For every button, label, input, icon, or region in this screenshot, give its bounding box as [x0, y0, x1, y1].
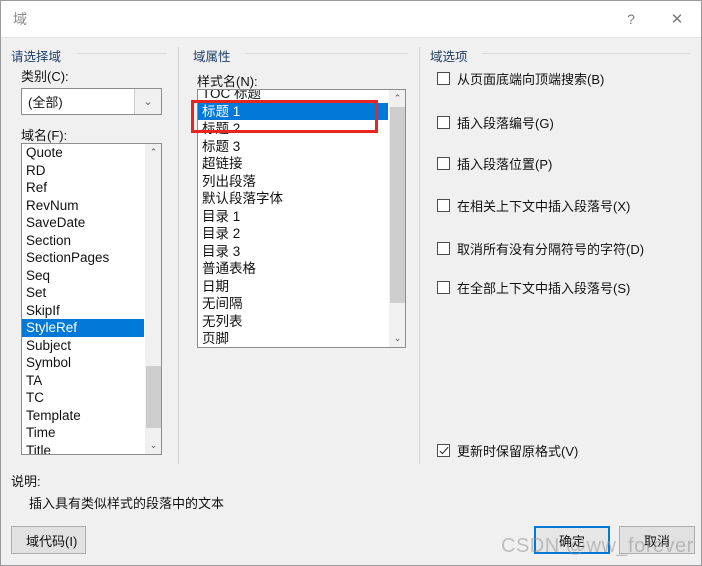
list-item[interactable]: 标题 1: [198, 102, 388, 120]
list-item[interactable]: Set: [22, 284, 144, 302]
list-item[interactable]: 无间隔: [198, 295, 388, 313]
option-checkbox-row[interactable]: 插入段落编号(G): [437, 113, 554, 132]
scroll-up-icon[interactable]: ⌃: [389, 90, 405, 107]
help-icon[interactable]: ?: [609, 1, 653, 36]
list-item[interactable]: Quote: [22, 144, 144, 162]
list-item[interactable]: 标题 3: [198, 138, 388, 156]
list-item[interactable]: SaveDate: [22, 214, 144, 232]
list-item[interactable]: Title: [22, 442, 144, 455]
option-checkbox-row[interactable]: 插入段落位置(P): [437, 154, 552, 173]
option-label: 在全部上下文中插入段落号(S): [457, 281, 631, 296]
fieldname-label: 域名(F):: [21, 128, 68, 143]
description-label: 说明:: [11, 474, 41, 489]
scrollbar-thumb[interactable]: [390, 107, 405, 303]
option-label: 插入段落编号(G): [457, 116, 554, 131]
list-item[interactable]: RevNum: [22, 197, 144, 215]
preserve-format-label: 更新时保留原格式(V): [457, 444, 579, 459]
option-label: 插入段落位置(P): [457, 157, 553, 172]
option-checkbox-row[interactable]: 在全部上下文中插入段落号(S): [437, 278, 630, 297]
right-group-rule: [482, 53, 690, 54]
window-title: 域: [13, 11, 27, 27]
option-checkbox[interactable]: [437, 242, 450, 255]
list-item[interactable]: Symbol: [22, 354, 144, 372]
scroll-down-icon[interactable]: ⌄: [145, 437, 161, 454]
list-item[interactable]: TOC 标题: [198, 90, 388, 103]
option-checkbox[interactable]: [437, 199, 450, 212]
title-bar: 域 ? ✕: [1, 1, 701, 38]
list-item[interactable]: StyleRef: [22, 319, 144, 337]
list-item[interactable]: 目录 3: [198, 243, 388, 261]
option-checkbox[interactable]: [437, 281, 450, 294]
left-group-rule: [77, 53, 167, 54]
scroll-up-icon[interactable]: ⌃: [145, 144, 161, 161]
list-item[interactable]: TC: [22, 389, 144, 407]
left-group-label: 请选择域: [11, 50, 62, 64]
category-label: 类别(C):: [21, 69, 69, 84]
field-list-scrollbar[interactable]: ⌃ ⌄: [144, 144, 161, 454]
option-checkbox[interactable]: [437, 72, 450, 85]
list-item[interactable]: Subject: [22, 337, 144, 355]
list-item[interactable]: 超链接: [198, 155, 388, 173]
option-checkbox-row[interactable]: 取消所有没有分隔符号的字符(D): [437, 239, 644, 258]
option-label: 取消所有没有分隔符号的字符(D): [457, 242, 645, 257]
list-item[interactable]: 标题 2: [198, 120, 388, 138]
field-dialog: 域 ? ✕ 请选择域 类别(C): (全部) ⌄ 域名(F): Quote RD R…: [0, 0, 702, 566]
preserve-format-checkbox[interactable]: [437, 444, 450, 457]
field-code-button[interactable]: 域代码(I): [11, 526, 86, 554]
separator-left-middle: [178, 47, 179, 464]
list-item[interactable]: Time: [22, 424, 144, 442]
list-item[interactable]: 目录 2: [198, 225, 388, 243]
option-checkbox-row[interactable]: 在相关上下文中插入段落号(X): [437, 196, 630, 215]
preserve-format-checkbox-row[interactable]: 更新时保留原格式(V): [437, 441, 578, 460]
middle-group-label: 域属性: [193, 50, 231, 64]
option-checkbox-row[interactable]: 从页面底端向顶端搜索(B): [437, 69, 604, 88]
field-name-listbox[interactable]: Quote RD Ref RevNum SaveDate Section SectionPa…: [21, 143, 162, 455]
category-value: (全部): [28, 95, 63, 110]
option-checkbox[interactable]: [437, 116, 450, 129]
description-text: 插入具有类似样式的段落中的文本: [29, 496, 225, 511]
list-item[interactable]: 无列表: [198, 313, 388, 331]
list-item[interactable]: 目录 1: [198, 208, 388, 226]
list-item[interactable]: 页脚: [198, 330, 388, 347]
option-label: 在相关上下文中插入段落号(X): [457, 199, 631, 214]
list-item[interactable]: SkipIf: [22, 302, 144, 320]
list-item[interactable]: Seq: [22, 267, 144, 285]
list-item[interactable]: Ref: [22, 179, 144, 197]
stylename-label: 样式名(N):: [197, 74, 258, 89]
list-item[interactable]: 默认段落字体: [198, 190, 388, 208]
option-label: 从页面底端向顶端搜索(B): [457, 72, 605, 87]
list-item[interactable]: 列出段落: [198, 173, 388, 191]
separator-middle-right: [419, 47, 420, 464]
list-item[interactable]: 普通表格: [198, 260, 388, 278]
field-name-list[interactable]: Quote RD Ref RevNum SaveDate Section SectionPa…: [22, 144, 144, 454]
middle-group-rule: [245, 53, 408, 54]
list-item[interactable]: TA: [22, 372, 144, 390]
list-item[interactable]: 日期: [198, 278, 388, 296]
style-list-scrollbar[interactable]: ⌃ ⌄: [388, 90, 405, 347]
watermark-text: CSDN @ww_forever: [501, 535, 694, 557]
style-name-listbox[interactable]: TOC 标题 标题 1 标题 2 标题 3 超链接 列出段落 默认段落字体 目录 1 目录 2目…: [197, 89, 406, 348]
list-item[interactable]: Section: [22, 232, 144, 250]
option-checkbox[interactable]: [437, 157, 450, 170]
style-name-list[interactable]: TOC 标题 标题 1 标题 2 标题 3 超链接 列出段落 默认段落字体 目录 1 目录 2目…: [198, 90, 388, 347]
close-icon[interactable]: ✕: [655, 1, 699, 36]
right-group-label: 域选项: [430, 50, 468, 64]
chevron-down-icon[interactable]: ⌄: [134, 89, 161, 114]
scroll-down-icon[interactable]: ⌄: [389, 330, 405, 347]
list-item[interactable]: RD: [22, 162, 144, 180]
scrollbar-thumb[interactable]: [146, 366, 161, 428]
category-dropdown[interactable]: (全部) ⌄: [21, 88, 162, 115]
list-item[interactable]: Template: [22, 407, 144, 425]
list-item[interactable]: SectionPages: [22, 249, 144, 267]
